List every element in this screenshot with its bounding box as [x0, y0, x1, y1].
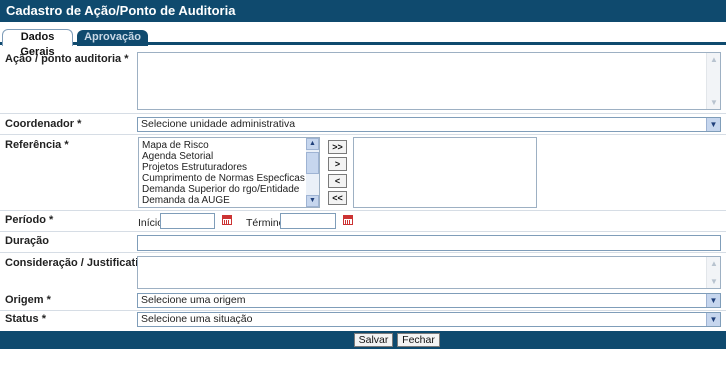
window-title: Cadastro de Ação/Ponto de Auditoria: [6, 3, 236, 18]
referencia-scrollbar[interactable]: ▲ ▼: [306, 138, 319, 207]
acao-textarea[interactable]: ▲ ▼: [137, 52, 721, 110]
consideracao-scrollbar[interactable]: ▲ ▼: [706, 257, 720, 288]
list-item[interactable]: Demanda Superior do rgo/Entidade: [139, 184, 319, 195]
origem-select[interactable]: Selecione uma origem ▼: [137, 293, 721, 308]
scroll-up-icon[interactable]: ▲: [306, 138, 319, 150]
list-item[interactable]: Agenda Setorial: [139, 151, 319, 162]
row-coordenador: Coordenador * Selecione unidade administ…: [0, 114, 726, 135]
scroll-down-icon[interactable]: ▼: [708, 97, 720, 108]
inicio-date-input[interactable]: [160, 213, 215, 229]
scroll-up-icon[interactable]: ▲: [708, 54, 720, 65]
move-left-button[interactable]: <: [328, 174, 347, 188]
list-item[interactable]: Mapa de Risco: [139, 140, 319, 151]
calendar-icon[interactable]: [222, 215, 232, 225]
label-acao: Ação / ponto auditoria *: [5, 53, 129, 65]
termino-label: Término: [246, 217, 285, 229]
row-status: Status * Selecione uma situação ▼: [0, 311, 726, 331]
tab-aprovacao[interactable]: Aprovação: [77, 30, 148, 46]
row-origem: Origem * Selecione uma origem ▼: [0, 292, 726, 311]
status-select[interactable]: Selecione uma situação ▼: [137, 312, 721, 327]
move-right-button[interactable]: >: [328, 157, 347, 171]
tab-dados-gerais[interactable]: Dados Gerais: [2, 29, 73, 58]
referencia-available-list[interactable]: Mapa de Risco Agenda Setorial Projetos E…: [138, 137, 320, 208]
save-button[interactable]: Salvar: [354, 333, 393, 347]
row-periodo: Período * Início Término: [0, 211, 726, 232]
label-status: Status *: [5, 313, 46, 325]
label-consideracao: Consideração / Justificativa *: [5, 257, 158, 269]
termino-date-input[interactable]: [280, 213, 336, 229]
row-acao: Ação / ponto auditoria * ▲ ▼: [0, 48, 726, 114]
coordenador-select[interactable]: Selecione unidade administrativa ▼: [137, 117, 721, 132]
list-item[interactable]: Demanda da AUGE: [139, 195, 319, 206]
consideracao-textarea[interactable]: ▲ ▼: [137, 256, 721, 289]
scroll-down-icon[interactable]: ▼: [306, 195, 319, 207]
calendar-icon[interactable]: [343, 215, 353, 225]
label-referencia: Referência *: [5, 139, 69, 151]
list-item[interactable]: Projetos Estruturadores: [139, 162, 319, 173]
move-all-right-button[interactable]: >>: [328, 140, 347, 154]
label-duracao: Duração: [5, 235, 50, 247]
window-title-bar: Cadastro de Ação/Ponto de Auditoria: [0, 0, 726, 22]
label-origem: Origem *: [5, 294, 51, 306]
scroll-up-icon[interactable]: ▲: [708, 258, 720, 269]
row-duracao: Duração: [0, 232, 726, 253]
list-item[interactable]: Cumprimento de Normas Especficas: [139, 173, 319, 184]
move-all-left-button[interactable]: <<: [328, 191, 347, 205]
row-referencia: Referência * Mapa de Risco Agenda Setori…: [0, 135, 726, 211]
tab-strip: Dados Gerais Aprovação: [0, 28, 726, 58]
chevron-down-icon[interactable]: ▼: [706, 313, 720, 326]
label-periodo: Período *: [5, 214, 54, 226]
duracao-input[interactable]: [137, 235, 721, 251]
acao-scrollbar[interactable]: ▲ ▼: [706, 53, 720, 109]
scroll-thumb[interactable]: [306, 152, 319, 174]
chevron-down-icon[interactable]: ▼: [706, 294, 720, 307]
referencia-selected-list[interactable]: [353, 137, 537, 208]
footer-bar: Salvar Fechar: [0, 331, 726, 349]
close-button[interactable]: Fechar: [397, 333, 440, 347]
chevron-down-icon[interactable]: ▼: [706, 118, 720, 131]
scroll-down-icon[interactable]: ▼: [708, 276, 720, 287]
label-coordenador: Coordenador *: [5, 118, 82, 130]
